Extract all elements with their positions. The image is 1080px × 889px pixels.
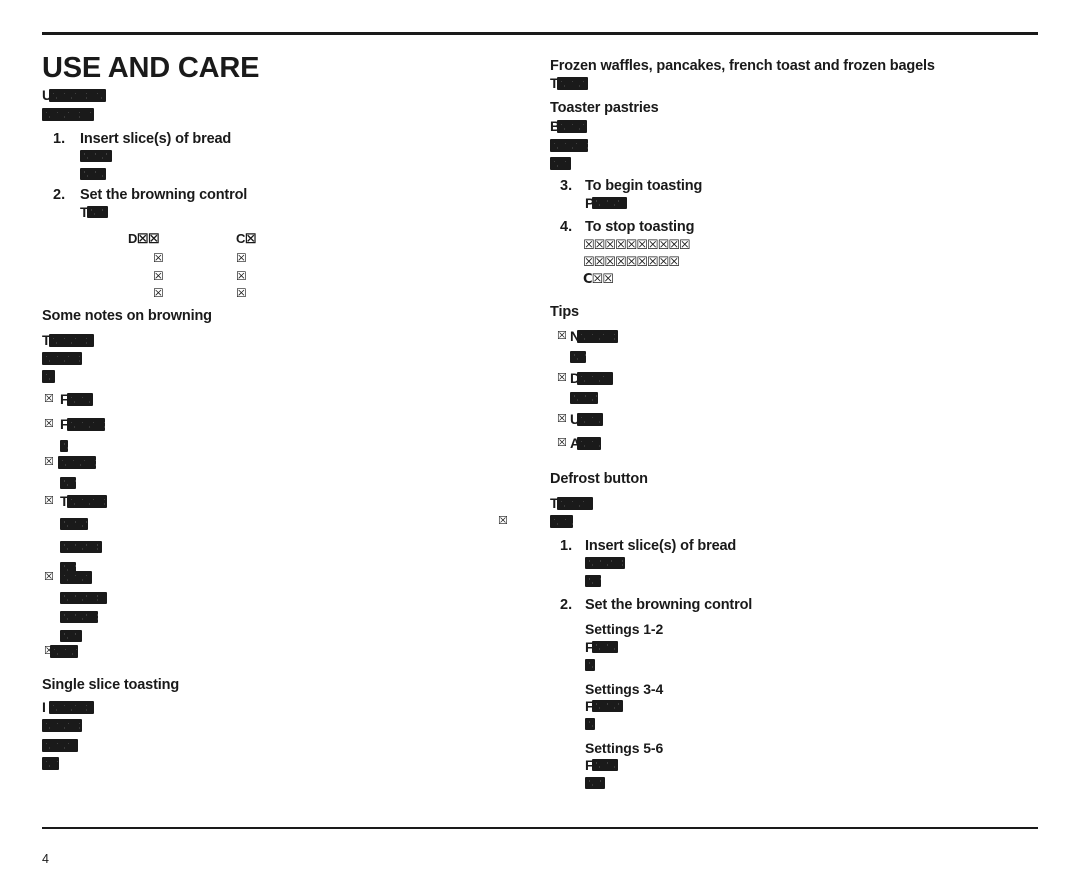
step-label: Insert slice(s) of bread <box>80 131 232 147</box>
bullet-marker-icon: ☒ <box>44 417 54 430</box>
redacted-line <box>592 197 627 209</box>
redacted-line <box>592 641 618 653</box>
redacted-glyph-row: ☒☒☒☒☒☒☒☒☒ <box>583 255 680 270</box>
table-cell: ☒ <box>153 269 164 283</box>
page-number: 4 <box>42 852 49 866</box>
settings-subheading: Settings 1-2 <box>585 621 664 637</box>
redacted-line <box>557 77 588 90</box>
redacted-bullet-text <box>577 437 601 450</box>
redacted-bullet-text <box>67 393 93 406</box>
header-rule <box>42 32 1038 35</box>
section-heading-single-slice-toasting: Single slice toasting <box>42 677 180 693</box>
redacted-bullet-text <box>50 645 78 658</box>
redacted-line <box>49 701 94 714</box>
redacted-line <box>49 334 94 347</box>
redacted-line <box>585 659 595 671</box>
table-column-header: C☒ <box>236 231 257 246</box>
redacted-subline <box>60 611 98 623</box>
redacted-line <box>585 575 601 587</box>
table-cell: ☒ <box>236 251 247 265</box>
step-label: To begin toasting <box>585 178 703 194</box>
redacted-line <box>42 108 94 121</box>
bullet-marker-icon: ☒ <box>557 412 567 425</box>
redacted-bullet-text <box>58 456 96 469</box>
bullet-marker-icon: ☒ <box>44 455 54 468</box>
step-label: Set the browning control <box>80 187 248 203</box>
bullet-marker-icon: ☒ <box>557 436 567 449</box>
document-page: USE AND CARE U 1. Insert slice(s) of bread… <box>0 0 1080 889</box>
redacted-line <box>87 206 108 218</box>
section-heading-toaster-pastries: Toaster pastries <box>550 100 659 116</box>
redacted-bullet-text <box>67 418 105 431</box>
redacted-line <box>42 719 82 732</box>
redacted-line <box>592 700 623 712</box>
table-cell: ☒ <box>153 286 164 300</box>
redacted-line <box>585 557 625 569</box>
step-number: 2. <box>560 597 573 613</box>
section-heading-tips: Tips <box>550 304 579 320</box>
step-label: To stop toasting <box>585 219 695 235</box>
step-number: 2. <box>53 187 66 203</box>
redacted-line <box>550 515 573 528</box>
redacted-subline <box>570 392 598 404</box>
redacted-subline <box>60 477 76 489</box>
page-title: USE AND CARE <box>42 52 260 84</box>
table-column-header: D☒☒ <box>128 231 160 246</box>
redacted-line <box>42 370 55 383</box>
table-cell: ☒ <box>236 286 247 300</box>
redacted-glyph-row: C☒☒ <box>583 272 614 287</box>
table-cell: ☒ <box>153 251 164 265</box>
redacted-line <box>550 157 571 170</box>
step-number: 1. <box>53 131 66 147</box>
settings-subheading: Settings 5-6 <box>585 740 664 756</box>
bullet-marker-icon: ☒ <box>44 392 54 405</box>
redacted-line <box>585 777 605 789</box>
redacted-bullet-text <box>577 372 613 385</box>
redacted-bullet-text <box>60 571 92 584</box>
section-heading-frozen-items: Frozen waffles, pancakes, french toast a… <box>550 58 935 74</box>
redacted-bullet-text <box>577 413 603 426</box>
redacted-line <box>80 150 112 162</box>
redacted-subline <box>60 630 82 642</box>
redacted-line <box>557 120 587 133</box>
step-label: Set the browning control <box>585 597 753 613</box>
redacted-line <box>42 739 78 752</box>
table-cell: ☒ <box>236 269 247 283</box>
redacted-subline <box>60 592 107 604</box>
section-heading-defrost-button: Defrost button <box>550 471 648 487</box>
redacted-line <box>550 139 588 152</box>
redacted-line <box>42 757 59 770</box>
footer-rule <box>42 827 1038 829</box>
redacted-glyph-row: ☒☒☒☒☒☒☒☒☒☒ <box>583 238 691 253</box>
section-heading-notes-on-browning: Some notes on browning <box>42 308 212 324</box>
step-number: 4. <box>560 219 573 235</box>
step-number: 3. <box>560 178 573 194</box>
redacted-text-lead: I <box>42 699 46 715</box>
bullet-marker-icon: ☒ <box>498 514 508 527</box>
redacted-bullet-text <box>577 330 618 343</box>
redacted-subline <box>60 440 68 452</box>
redacted-bullet-text <box>67 495 107 508</box>
step-label: Insert slice(s) of bread <box>585 538 737 554</box>
redacted-subline <box>60 518 88 530</box>
redacted-subline <box>60 541 102 553</box>
bullet-marker-icon: ☒ <box>44 570 54 583</box>
redacted-line <box>49 89 106 102</box>
redacted-line <box>592 759 618 771</box>
bullet-marker-icon: ☒ <box>557 329 567 342</box>
redacted-line <box>557 497 593 510</box>
bullet-marker-icon: ☒ <box>44 494 54 507</box>
redacted-line <box>42 352 82 365</box>
redacted-line <box>585 718 595 730</box>
redacted-line <box>80 168 106 180</box>
settings-subheading: Settings 3-4 <box>585 681 664 697</box>
bullet-marker-icon: ☒ <box>557 371 567 384</box>
redacted-subline <box>570 351 586 363</box>
step-number: 1. <box>560 538 573 554</box>
